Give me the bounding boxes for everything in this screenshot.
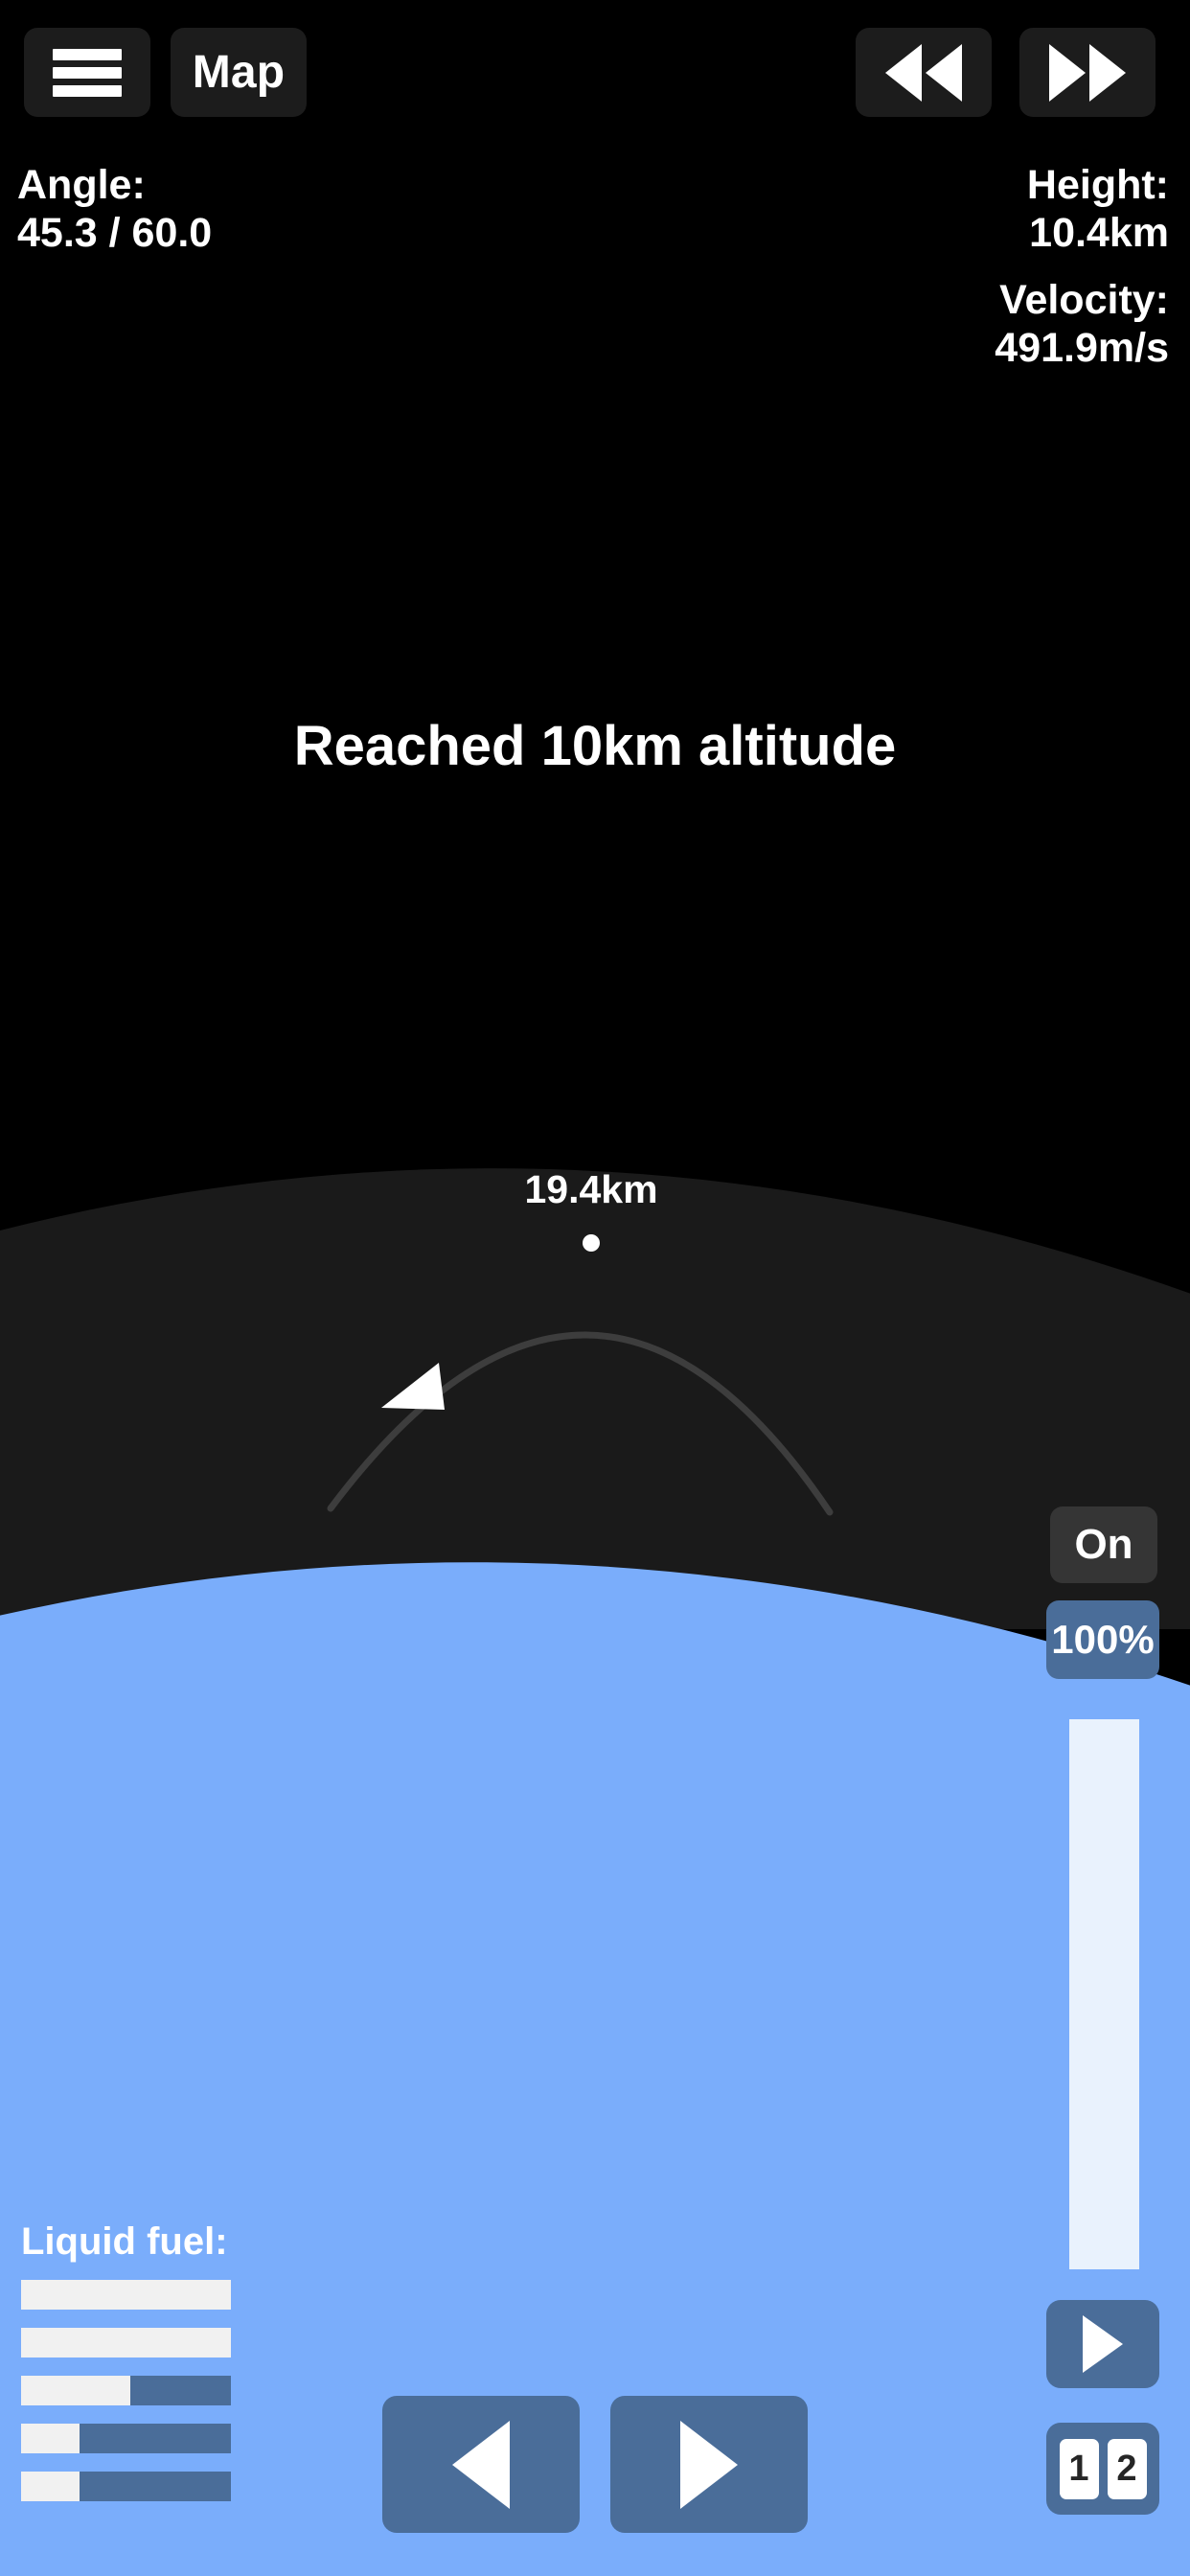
fuel-bar-fill [21, 2424, 80, 2453]
fuel-bar [21, 2376, 231, 2405]
throttle-slider[interactable] [1069, 1719, 1139, 2269]
height-label: Height: [1026, 162, 1169, 208]
hamburger-menu-icon [53, 48, 122, 97]
fuel-bar [21, 2280, 231, 2310]
fuel-bar-fill [21, 2280, 231, 2310]
play-triangle-icon [1083, 2315, 1123, 2373]
stage-chip-1[interactable]: 1 [1059, 2438, 1099, 2499]
rotate-left-button[interactable] [382, 2396, 580, 2533]
engine-toggle-button[interactable]: On [1050, 1506, 1157, 1583]
fuel-panel-title: Liquid fuel: [21, 2220, 228, 2263]
velocity-readout: Velocity: 491.9m/s [995, 276, 1169, 373]
fuel-bar-fill [21, 2376, 130, 2405]
apoapsis-altitude-label: 19.4km [524, 1167, 658, 1211]
rewind-icon [885, 43, 962, 102]
angle-value: 45.3 / 60.0 [17, 210, 213, 257]
apoapsis-dot-icon [583, 1234, 600, 1252]
fuel-panel: Liquid fuel: [21, 2220, 270, 2519]
triangle-left-icon [452, 2420, 510, 2509]
angle-readout: Angle: 45.3 / 60.0 [17, 161, 212, 258]
fuel-bar [21, 2472, 231, 2501]
velocity-value: 491.9m/s [995, 325, 1169, 372]
angle-label: Angle: [17, 162, 146, 208]
triangle-right-icon [680, 2420, 738, 2509]
menu-button[interactable] [24, 28, 150, 117]
stage-activate-button[interactable] [1046, 2300, 1159, 2388]
rocket-arrow-icon [381, 1363, 445, 1410]
timewarp-increase-button[interactable] [1019, 28, 1156, 117]
throttle-percent-button[interactable]: 100% [1046, 1600, 1159, 1679]
engine-toggle-label: On [1074, 1521, 1133, 1568]
throttle-percent-label: 100% [1051, 1617, 1155, 1662]
fuel-bar-fill [21, 2328, 231, 2358]
rotate-right-button[interactable] [610, 2396, 808, 2533]
fast-forward-icon [1049, 43, 1126, 102]
velocity-label: Velocity: [999, 277, 1169, 323]
world-view[interactable] [0, 0, 1190, 2576]
fuel-bar [21, 2424, 231, 2453]
stage-list[interactable]: 1 2 [1046, 2423, 1159, 2515]
map-button[interactable]: Map [171, 28, 307, 117]
height-value: 10.4km [1029, 210, 1169, 257]
fuel-bar [21, 2328, 231, 2358]
fuel-bar-fill [21, 2472, 80, 2501]
game-screen: 19.4km Map Angle: 45.3 / 60.0 Height: 10… [0, 0, 1190, 2576]
timewarp-decrease-button[interactable] [856, 28, 992, 117]
event-message: Reached 10km altitude [293, 715, 897, 777]
fuel-bar-list [21, 2280, 270, 2501]
stage-chip-2[interactable]: 2 [1107, 2438, 1147, 2499]
height-readout: Height: 10.4km [1027, 161, 1169, 258]
map-button-label: Map [192, 47, 286, 98]
